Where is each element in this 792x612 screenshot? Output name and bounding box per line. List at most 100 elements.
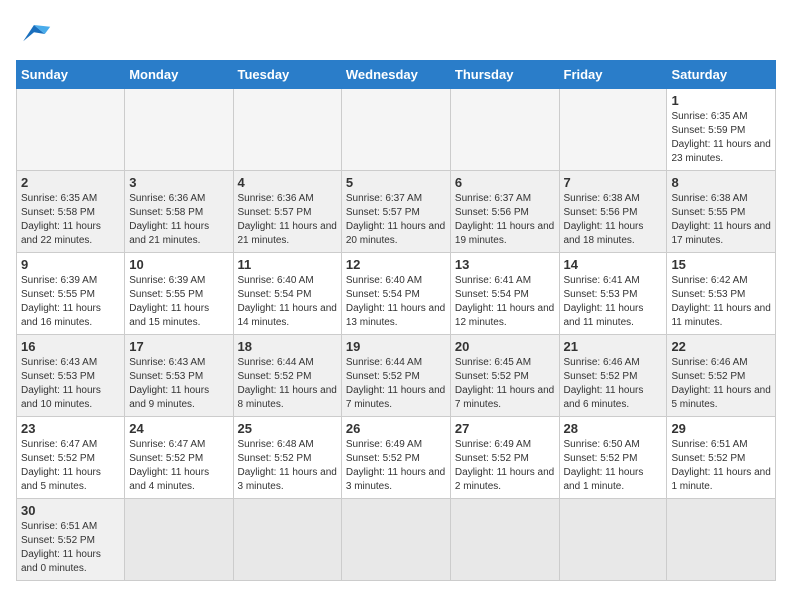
calendar-day-cell: 2 Sunrise: 6:35 AM Sunset: 5:58 PM Daylig… [17, 171, 125, 253]
page-header [16, 16, 776, 52]
day-number: 22 [671, 339, 771, 354]
weekday-header-tuesday: Tuesday [233, 61, 341, 89]
weekday-header-friday: Friday [559, 61, 667, 89]
day-number: 13 [455, 257, 555, 272]
calendar-day-cell [125, 499, 233, 581]
weekday-header-saturday: Saturday [667, 61, 776, 89]
calendar-day-cell [17, 89, 125, 171]
day-info: Sunrise: 6:43 AM Sunset: 5:53 PM Dayligh… [21, 356, 120, 412]
weekday-header-wednesday: Wednesday [341, 61, 450, 89]
day-number: 28 [564, 421, 663, 436]
day-info: Sunrise: 6:37 AM Sunset: 5:57 PM Dayligh… [346, 192, 446, 248]
calendar-week-row: 2 Sunrise: 6:35 AM Sunset: 5:58 PM Daylig… [17, 171, 776, 253]
calendar-day-cell [559, 89, 667, 171]
calendar-day-cell: 27Sunrise: 6:49 AM Sunset: 5:52 PM Dayli… [450, 417, 559, 499]
day-number: 17 [129, 339, 228, 354]
day-info: Sunrise: 6:38 AM Sunset: 5:55 PM Dayligh… [671, 192, 771, 248]
day-number: 4 [238, 175, 337, 190]
day-info: Sunrise: 6:40 AM Sunset: 5:54 PM Dayligh… [346, 274, 446, 330]
day-number: 24 [129, 421, 228, 436]
logo [16, 16, 56, 52]
day-number: 10 [129, 257, 228, 272]
day-number: 19 [346, 339, 446, 354]
calendar-day-cell: 28 Sunrise: 6:50 AM Sunset: 5:52 PM Dayli… [559, 417, 667, 499]
calendar-day-cell: 19 Sunrise: 6:44 AM Sunset: 5:52 PM Dayli… [341, 335, 450, 417]
calendar-day-cell: 5 Sunrise: 6:37 AM Sunset: 5:57 PM Daylig… [341, 171, 450, 253]
calendar-day-cell: 10Sunrise: 6:39 AM Sunset: 5:55 PM Dayli… [125, 253, 233, 335]
calendar-day-cell: 18 Sunrise: 6:44 AM Sunset: 5:52 PM Dayli… [233, 335, 341, 417]
calendar-table: SundayMondayTuesdayWednesdayThursdayFrid… [16, 60, 776, 581]
day-number: 20 [455, 339, 555, 354]
day-info: Sunrise: 6:49 AM Sunset: 5:52 PM Dayligh… [346, 438, 446, 494]
calendar-day-cell [341, 499, 450, 581]
day-number: 18 [238, 339, 337, 354]
day-number: 8 [671, 175, 771, 190]
day-number: 30 [21, 503, 120, 518]
day-info: Sunrise: 6:40 AM Sunset: 5:54 PM Dayligh… [238, 274, 337, 330]
calendar-day-cell [450, 89, 559, 171]
calendar-day-cell: 26 Sunrise: 6:49 AM Sunset: 5:52 PM Dayli… [341, 417, 450, 499]
calendar-day-cell: 3Sunrise: 6:36 AM Sunset: 5:58 PM Daylig… [125, 171, 233, 253]
calendar-day-cell: 21 Sunrise: 6:46 AM Sunset: 5:52 PM Dayli… [559, 335, 667, 417]
calendar-day-cell: 29Sunrise: 6:51 AM Sunset: 5:52 PM Dayli… [667, 417, 776, 499]
day-info: Sunrise: 6:46 AM Sunset: 5:52 PM Dayligh… [671, 356, 771, 412]
logo-icon [16, 16, 52, 52]
calendar-day-cell [233, 89, 341, 171]
day-number: 12 [346, 257, 446, 272]
day-number: 5 [346, 175, 446, 190]
calendar-day-cell: 12 Sunrise: 6:40 AM Sunset: 5:54 PM Dayli… [341, 253, 450, 335]
day-info: Sunrise: 6:44 AM Sunset: 5:52 PM Dayligh… [346, 356, 446, 412]
day-info: Sunrise: 6:37 AM Sunset: 5:56 PM Dayligh… [455, 192, 555, 248]
day-info: Sunrise: 6:35 AM Sunset: 5:58 PM Dayligh… [21, 192, 120, 248]
day-info: Sunrise: 6:44 AM Sunset: 5:52 PM Dayligh… [238, 356, 337, 412]
day-number: 14 [564, 257, 663, 272]
calendar-header-row: SundayMondayTuesdayWednesdayThursdayFrid… [17, 61, 776, 89]
day-info: Sunrise: 6:38 AM Sunset: 5:56 PM Dayligh… [564, 192, 663, 248]
calendar-day-cell [233, 499, 341, 581]
day-info: Sunrise: 6:51 AM Sunset: 5:52 PM Dayligh… [21, 520, 120, 576]
day-info: Sunrise: 6:41 AM Sunset: 5:54 PM Dayligh… [455, 274, 555, 330]
calendar-week-row: 9 Sunrise: 6:39 AM Sunset: 5:55 PM Daylig… [17, 253, 776, 335]
day-number: 25 [238, 421, 337, 436]
day-info: Sunrise: 6:42 AM Sunset: 5:53 PM Dayligh… [671, 274, 771, 330]
calendar-day-cell: 1Sunrise: 6:35 AM Sunset: 5:59 PM Daylig… [667, 89, 776, 171]
calendar-day-cell: 17 Sunrise: 6:43 AM Sunset: 5:53 PM Dayli… [125, 335, 233, 417]
day-info: Sunrise: 6:45 AM Sunset: 5:52 PM Dayligh… [455, 356, 555, 412]
day-info: Sunrise: 6:46 AM Sunset: 5:52 PM Dayligh… [564, 356, 663, 412]
day-info: Sunrise: 6:43 AM Sunset: 5:53 PM Dayligh… [129, 356, 228, 412]
day-info: Sunrise: 6:39 AM Sunset: 5:55 PM Dayligh… [21, 274, 120, 330]
day-number: 21 [564, 339, 663, 354]
calendar-day-cell: 14 Sunrise: 6:41 AM Sunset: 5:53 PM Dayli… [559, 253, 667, 335]
calendar-day-cell [450, 499, 559, 581]
calendar-day-cell: 16Sunrise: 6:43 AM Sunset: 5:53 PM Dayli… [17, 335, 125, 417]
weekday-header-thursday: Thursday [450, 61, 559, 89]
calendar-day-cell [125, 89, 233, 171]
calendar-day-cell: 23 Sunrise: 6:47 AM Sunset: 5:52 PM Dayli… [17, 417, 125, 499]
day-number: 29 [671, 421, 771, 436]
calendar-day-cell: 15Sunrise: 6:42 AM Sunset: 5:53 PM Dayli… [667, 253, 776, 335]
day-number: 9 [21, 257, 120, 272]
day-info: Sunrise: 6:47 AM Sunset: 5:52 PM Dayligh… [21, 438, 120, 494]
day-number: 26 [346, 421, 446, 436]
day-number: 1 [671, 93, 771, 108]
day-number: 7 [564, 175, 663, 190]
day-number: 23 [21, 421, 120, 436]
calendar-day-cell: 22 Sunrise: 6:46 AM Sunset: 5:52 PM Dayli… [667, 335, 776, 417]
day-number: 6 [455, 175, 555, 190]
calendar-day-cell: 13 Sunrise: 6:41 AM Sunset: 5:54 PM Dayli… [450, 253, 559, 335]
calendar-day-cell [667, 499, 776, 581]
calendar-day-cell: 8 Sunrise: 6:38 AM Sunset: 5:55 PM Daylig… [667, 171, 776, 253]
day-info: Sunrise: 6:50 AM Sunset: 5:52 PM Dayligh… [564, 438, 663, 494]
day-number: 2 [21, 175, 120, 190]
day-info: Sunrise: 6:48 AM Sunset: 5:52 PM Dayligh… [238, 438, 337, 494]
calendar-day-cell: 25 Sunrise: 6:48 AM Sunset: 5:52 PM Dayli… [233, 417, 341, 499]
calendar-week-row: 30 Sunrise: 6:51 AM Sunset: 5:52 PM Dayli… [17, 499, 776, 581]
day-info: Sunrise: 6:36 AM Sunset: 5:58 PM Dayligh… [129, 192, 228, 248]
calendar-day-cell: 24Sunrise: 6:47 AM Sunset: 5:52 PM Dayli… [125, 417, 233, 499]
day-info: Sunrise: 6:41 AM Sunset: 5:53 PM Dayligh… [564, 274, 663, 330]
calendar-day-cell: 30 Sunrise: 6:51 AM Sunset: 5:52 PM Dayli… [17, 499, 125, 581]
calendar-day-cell [341, 89, 450, 171]
calendar-day-cell: 4 Sunrise: 6:36 AM Sunset: 5:57 PM Daylig… [233, 171, 341, 253]
day-number: 27 [455, 421, 555, 436]
day-info: Sunrise: 6:36 AM Sunset: 5:57 PM Dayligh… [238, 192, 337, 248]
